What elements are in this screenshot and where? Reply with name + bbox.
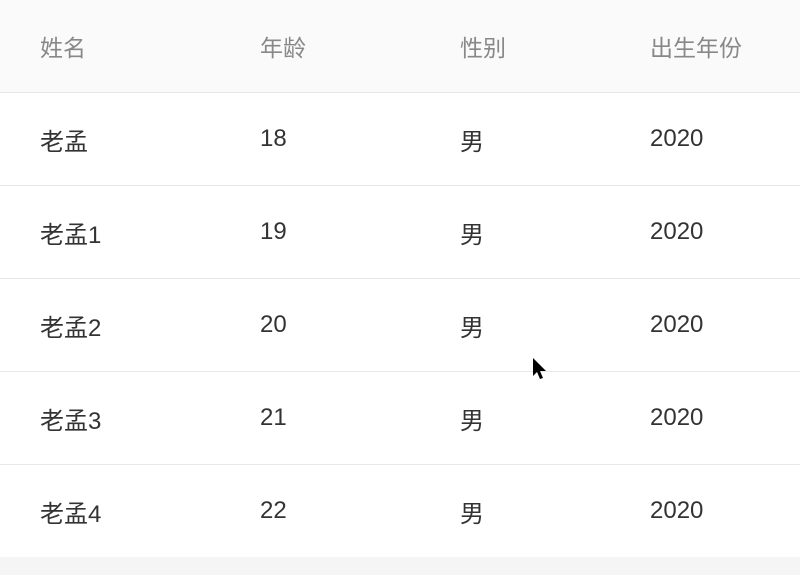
cell-name: 老孟 <box>0 122 220 157</box>
cell-name: 老孟2 <box>0 308 220 343</box>
header-birth-year[interactable]: 出生年份 <box>610 29 800 63</box>
cell-age: 21 <box>220 404 420 432</box>
cell-birth-year: 2020 <box>610 125 800 153</box>
table-row[interactable]: 老孟3 21 男 2020 <box>0 371 800 464</box>
cell-birth-year: 2020 <box>610 497 800 525</box>
cell-gender: 男 <box>420 494 610 529</box>
cell-gender: 男 <box>420 401 610 436</box>
cell-age: 22 <box>220 497 420 525</box>
data-table: 姓名 年龄 性别 出生年份 老孟 18 男 2020 老孟1 19 男 2020… <box>0 0 800 557</box>
table-row[interactable]: 老孟4 22 男 2020 <box>0 464 800 557</box>
cell-name: 老孟3 <box>0 401 220 436</box>
cell-age: 20 <box>220 311 420 339</box>
cell-gender: 男 <box>420 308 610 343</box>
table-row[interactable]: 老孟 18 男 2020 <box>0 92 800 185</box>
cell-gender: 男 <box>420 215 610 250</box>
cell-name: 老孟4 <box>0 494 220 529</box>
cell-age: 18 <box>220 125 420 153</box>
cell-gender: 男 <box>420 122 610 157</box>
cell-birth-year: 2020 <box>610 218 800 246</box>
table-header-row: 姓名 年龄 性别 出生年份 <box>0 0 800 92</box>
header-gender[interactable]: 性别 <box>420 29 610 63</box>
table-row[interactable]: 老孟1 19 男 2020 <box>0 185 800 278</box>
cell-age: 19 <box>220 218 420 246</box>
table-row[interactable]: 老孟2 20 男 2020 <box>0 278 800 371</box>
cell-birth-year: 2020 <box>610 311 800 339</box>
cell-birth-year: 2020 <box>610 404 800 432</box>
header-age[interactable]: 年龄 <box>220 29 420 63</box>
cell-name: 老孟1 <box>0 215 220 250</box>
header-name[interactable]: 姓名 <box>0 29 220 63</box>
